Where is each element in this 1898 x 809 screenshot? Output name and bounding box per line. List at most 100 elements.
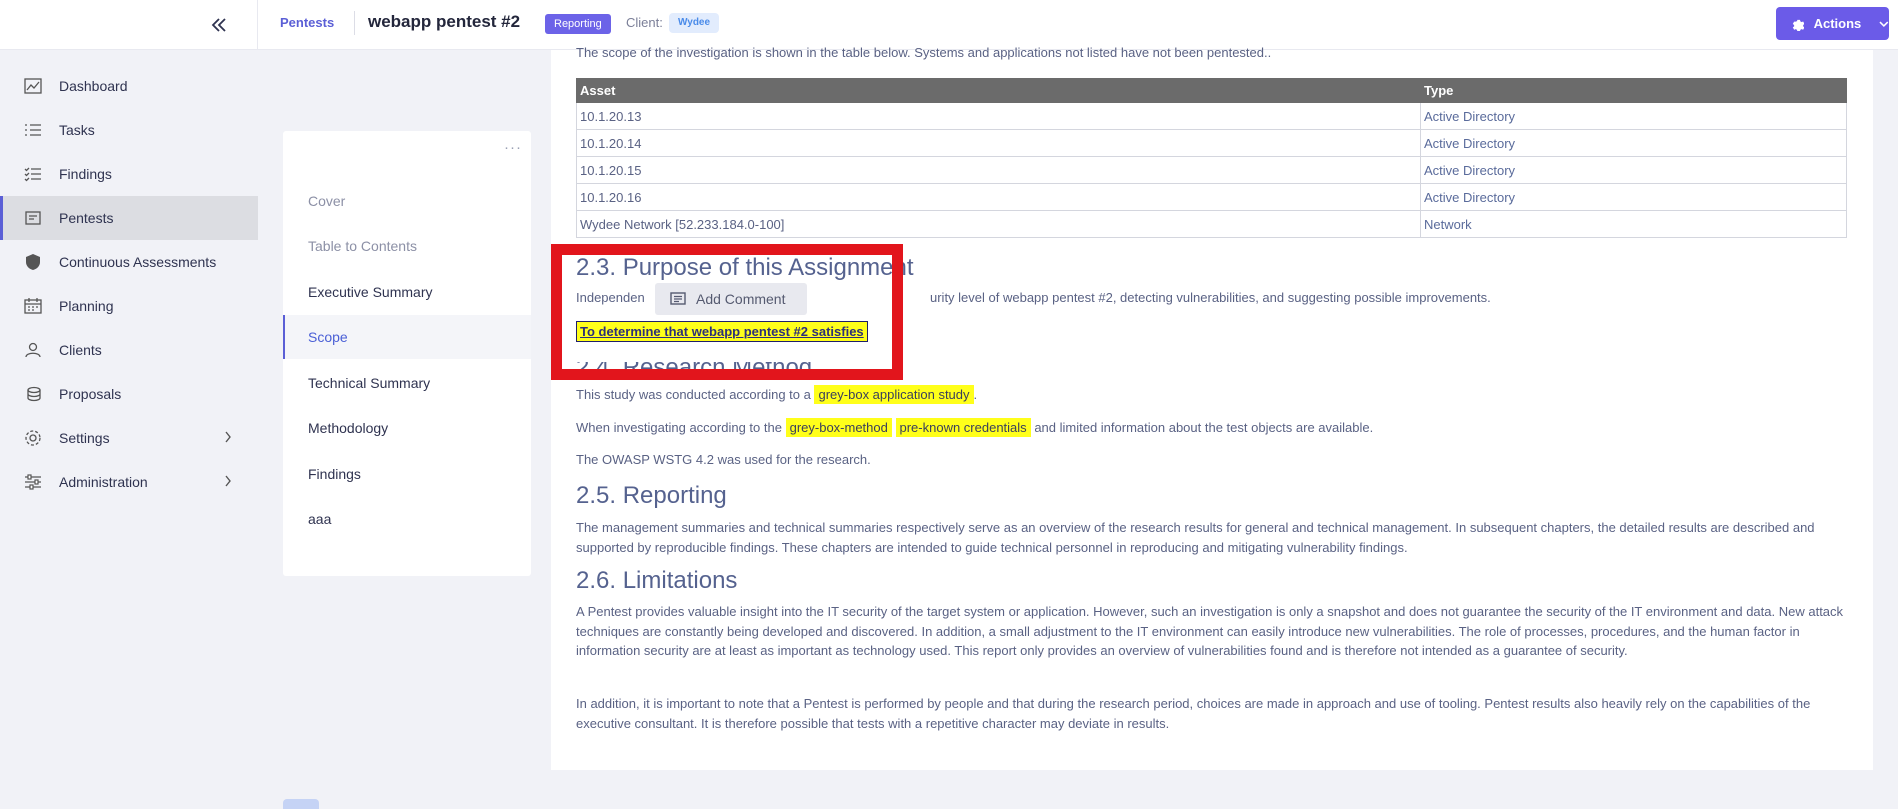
sidebar-item-dashboard[interactable]: Dashboard [0, 64, 258, 108]
report-document[interactable]: The scope of the investigation is shown … [551, 45, 1873, 770]
type-cell: Active Directory [1420, 156, 1847, 184]
asset-cell: Wydee Network [52.233.184.0-100] [576, 210, 1421, 238]
highlighted-term: grey-box-method [785, 418, 892, 437]
section-item-scope[interactable]: Scope [283, 315, 531, 359]
sidebar-item-label: Continuous Assessments [59, 254, 217, 270]
table-row: 10.1.20.16 Active Directory [576, 183, 1847, 211]
gear-icon [1792, 19, 1804, 31]
type-cell: Active Directory [1420, 102, 1847, 130]
add-comment-label: Add Comment [696, 291, 786, 307]
sidebar-item-label: Dashboard [59, 78, 128, 94]
actions-button[interactable]: Actions [1776, 7, 1889, 40]
section-item-table-of-contents[interactable]: Table to Contents [283, 224, 531, 268]
section-item-technical-summary[interactable]: Technical Summary [283, 361, 531, 405]
text-run: This study was conducted according to a [576, 387, 811, 402]
table-row: 10.1.20.15 Active Directory [576, 156, 1847, 184]
section-item-findings[interactable]: Findings [283, 452, 531, 496]
asset-cell: 10.1.20.16 [576, 183, 1421, 211]
scroll-handle[interactable] [283, 799, 319, 809]
heading-limitations: 2.6. Limitations [576, 567, 738, 594]
sidebar-item-continuous-assessments[interactable]: Continuous Assessments [0, 240, 258, 284]
column-header-type: Type [1420, 78, 1847, 103]
text-run: . [973, 387, 978, 402]
text-run: and limited information about the test o… [1034, 420, 1374, 435]
type-cell: Active Directory [1420, 129, 1847, 157]
breadcrumb-pentests[interactable]: Pentests [280, 15, 334, 30]
sidebar-item-tasks[interactable]: Tasks [0, 108, 258, 152]
sidebar: Dashboard Tasks Findings Pentests Contin… [0, 50, 258, 809]
section-label: Executive Summary [308, 284, 433, 300]
limitations-paragraph-2: In addition, it is important to note tha… [576, 696, 1811, 731]
sidebar-item-label: Proposals [59, 386, 122, 402]
status-badge: Reporting [545, 14, 611, 34]
page-title: webapp pentest #2 [368, 12, 521, 31]
research-paragraph-2: When investigating according to the grey… [576, 418, 1373, 438]
table-row: 10.1.20.14 Active Directory [576, 129, 1847, 157]
asset-cell: 10.1.20.15 [576, 156, 1421, 184]
heading-purpose: 2.3. Purpose of this Assignment [576, 254, 914, 281]
highlighted-term: pre-known credentials [895, 418, 1031, 437]
comment-icon [670, 292, 686, 305]
research-paragraph-3: The OWASP WSTG 4.2 was used for the rese… [576, 452, 871, 467]
type-cell: Network [1420, 210, 1847, 238]
sidebar-item-settings[interactable]: Settings [0, 416, 258, 460]
chevron-right-icon [225, 475, 231, 487]
shield-icon [24, 253, 42, 271]
sidebar-item-label: Settings [59, 430, 110, 446]
gear-icon [24, 429, 42, 447]
column-header-asset: Asset [576, 78, 1421, 103]
chevron-down-icon [1879, 21, 1889, 27]
calendar-icon [24, 297, 42, 315]
client-badge[interactable]: Wydee [669, 13, 720, 33]
collapse-sidebar-button[interactable] [206, 12, 232, 38]
asset-cell: 10.1.20.13 [576, 102, 1421, 130]
section-item-executive-summary[interactable]: Executive Summary [283, 270, 531, 314]
more-options-icon[interactable]: ··· [504, 139, 522, 156]
checklist-icon [24, 165, 42, 183]
scope-intro-text: The scope of the investigation is shown … [576, 45, 1272, 60]
selected-text[interactable]: To determine that webapp pentest #2 sati… [576, 321, 868, 342]
actions-label: Actions [1813, 16, 1862, 31]
topbar-divider [257, 0, 258, 50]
table-row: Wydee Network [52.233.184.0-100] Network [576, 210, 1847, 238]
chart-icon [24, 77, 42, 95]
folder-icon [24, 209, 42, 227]
user-icon [24, 341, 42, 359]
section-label: aaa [308, 511, 332, 527]
list-icon [24, 121, 42, 139]
table-header-row: Asset Type [576, 78, 1847, 103]
section-item-aaa[interactable]: aaa [283, 497, 531, 541]
sidebar-item-label: Clients [59, 342, 102, 358]
section-item-cover[interactable]: Cover [283, 179, 531, 223]
breadcrumb-separator [354, 11, 355, 35]
sidebar-item-clients[interactable]: Clients [0, 328, 258, 372]
heading-reporting: 2.5. Reporting [576, 482, 727, 509]
section-label: Table to Contents [308, 238, 417, 254]
sidebar-item-administration[interactable]: Administration [0, 460, 258, 504]
section-item-methodology[interactable]: Methodology [283, 406, 531, 450]
section-label: Technical Summary [308, 375, 431, 391]
asset-cell: 10.1.20.14 [576, 129, 1421, 157]
sidebar-item-findings[interactable]: Findings [0, 152, 258, 196]
heading-research-method: 2.4. Research Method [576, 354, 813, 381]
purpose-text-start: Independen [576, 290, 645, 305]
type-cell: Active Directory [1420, 183, 1847, 211]
section-label: Cover [308, 193, 346, 209]
sidebar-item-label: Administration [59, 474, 148, 490]
sidebar-item-proposals[interactable]: Proposals [0, 372, 258, 416]
sidebar-item-label: Findings [59, 166, 112, 182]
sidebar-item-label: Tasks [59, 122, 95, 138]
table-row: 10.1.20.13 Active Directory [576, 102, 1847, 130]
research-paragraph-1: This study was conducted according to a … [576, 385, 977, 405]
add-comment-button[interactable]: Add Comment [655, 283, 807, 315]
chevron-right-icon [225, 431, 231, 443]
highlighted-term: grey-box application study [814, 385, 974, 404]
sidebar-item-pentests[interactable]: Pentests [0, 196, 258, 240]
report-sections-panel: ··· Cover Table to Contents Executive Su… [283, 131, 531, 576]
text-run: When investigating according to the [576, 420, 782, 435]
coins-icon [24, 385, 42, 403]
client-label: Client: [626, 15, 663, 30]
sidebar-item-planning[interactable]: Planning [0, 284, 258, 328]
section-label: Methodology [308, 420, 389, 436]
section-label: Scope [308, 329, 348, 345]
